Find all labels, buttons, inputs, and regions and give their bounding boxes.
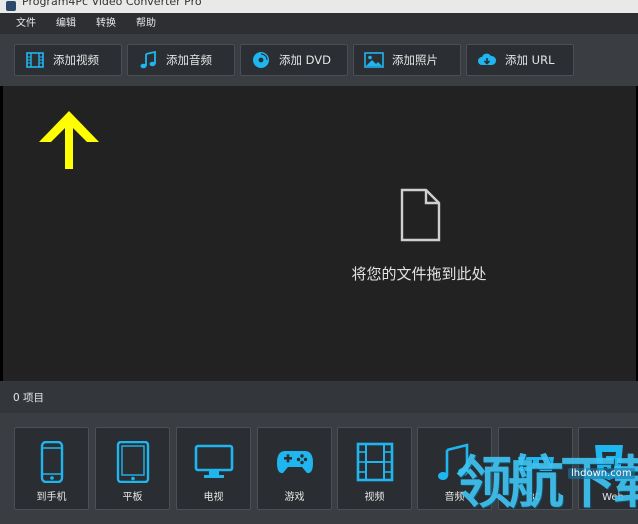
device-presets: 到手机 平板 电视 游戏 视频 音频 3D Web <box>0 413 638 524</box>
title-bar: Program4Pc Video Converter Pro <box>0 0 638 13</box>
film-icon <box>25 50 45 70</box>
preset-game[interactable]: 游戏 <box>257 427 332 510</box>
add-audio-label: 添加音频 <box>166 53 212 67</box>
music-notes-icon <box>418 438 491 486</box>
cloud-download-icon <box>477 50 497 70</box>
preset-audio[interactable]: 音频 <box>417 427 492 510</box>
drop-hint: 将您的文件拖到此处 <box>351 265 487 283</box>
menu-file[interactable]: 文件 <box>6 13 46 34</box>
preset-tablet[interactable]: 平板 <box>95 427 170 510</box>
toolbar: 添加视频 添加音频 添加 DVD 添加照片 添加 URL <box>0 34 638 86</box>
html5-icon <box>579 438 638 486</box>
add-photo-button[interactable]: 添加照片 <box>353 44 461 76</box>
arrow-up-icon <box>39 111 99 169</box>
file-icon <box>400 188 441 242</box>
add-audio-button[interactable]: 添加音频 <box>127 44 235 76</box>
add-dvd-button[interactable]: 添加 DVD <box>240 44 348 76</box>
preset-phone[interactable]: 到手机 <box>14 427 89 510</box>
add-photo-label: 添加照片 <box>392 53 438 67</box>
menu-bar: 文件 编辑 转换 帮助 <box>0 13 638 34</box>
music-note-icon <box>138 50 158 70</box>
preset-video[interactable]: 视频 <box>337 427 412 510</box>
3d-glasses-icon <box>499 438 572 486</box>
preset-web-label: Web <box>602 492 624 503</box>
disc-icon <box>251 50 271 70</box>
preset-tv[interactable]: 电视 <box>176 427 251 510</box>
window-title: Program4Pc Video Converter Pro <box>22 0 202 8</box>
menu-help[interactable]: 帮助 <box>126 13 166 34</box>
add-url-button[interactable]: 添加 URL <box>466 44 574 76</box>
gamepad-icon <box>258 438 331 486</box>
menu-convert[interactable]: 转换 <box>86 13 126 34</box>
add-video-button[interactable]: 添加视频 <box>14 44 122 76</box>
tv-icon <box>177 438 250 486</box>
preset-3d-label: 3D <box>528 492 543 503</box>
preset-phone-label: 到手机 <box>36 492 67 503</box>
app-icon <box>6 1 16 11</box>
add-dvd-label: 添加 DVD <box>279 53 332 67</box>
film-icon <box>338 438 411 486</box>
add-video-label: 添加视频 <box>53 53 99 67</box>
preset-game-label: 游戏 <box>284 492 305 503</box>
preset-tablet-label: 平板 <box>122 492 143 503</box>
tablet-icon <box>96 438 169 486</box>
preset-3d[interactable]: 3D <box>498 427 573 510</box>
preset-video-label: 视频 <box>364 492 385 503</box>
item-count: 0 项目 <box>13 391 45 404</box>
image-icon <box>364 50 384 70</box>
menu-edit[interactable]: 编辑 <box>46 13 86 34</box>
preset-audio-label: 音频 <box>444 492 465 503</box>
phone-icon <box>15 438 88 486</box>
status-bar: 0 项目 <box>0 381 638 413</box>
add-url-label: 添加 URL <box>505 53 555 67</box>
preset-web[interactable]: Web <box>578 427 638 510</box>
preset-tv-label: 电视 <box>203 492 224 503</box>
